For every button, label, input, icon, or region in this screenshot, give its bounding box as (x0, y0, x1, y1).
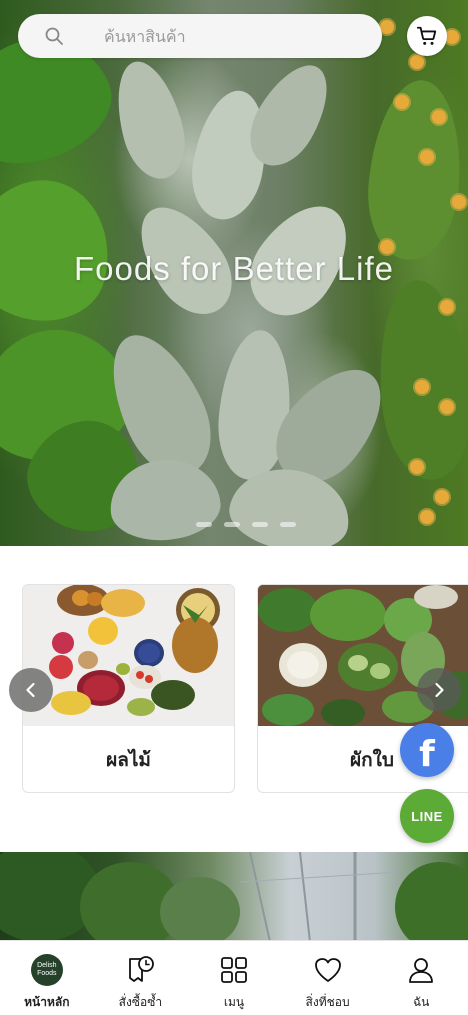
reorder-icon (123, 953, 157, 987)
search-icon (45, 27, 63, 45)
nav-item-favorites[interactable]: สิ่งที่ชอบ (281, 941, 375, 1015)
hero-pagination (196, 522, 296, 527)
nav-item-menu[interactable]: เมนู (187, 941, 281, 1015)
nav-item-home[interactable]: Delish Foods หน้าหลัก (0, 941, 94, 1015)
nav-label-favorites: สิ่งที่ชอบ (305, 995, 350, 1009)
nav-item-profile[interactable]: ฉัน (374, 941, 468, 1015)
brand-logo-text: Delish (37, 962, 57, 969)
cart-button[interactable] (407, 16, 447, 56)
hero-dot[interactable] (252, 522, 268, 527)
search-bar[interactable] (18, 14, 382, 58)
fruit-photo (23, 585, 234, 726)
chevron-left-icon (26, 682, 35, 698)
category-card-fruit[interactable]: ผลไม้ (22, 584, 235, 793)
heart-icon (311, 953, 345, 987)
search-input[interactable] (104, 24, 364, 48)
grid-icon (217, 953, 251, 987)
line-icon: LINE (411, 808, 443, 824)
hero-banner[interactable]: Foods for Better Life (0, 0, 468, 546)
chevron-right-icon (435, 682, 444, 698)
brand-logo: Delish Foods (30, 954, 63, 986)
cart-icon (416, 26, 437, 45)
nav-label-reorder: สั่งซื้อซ้ำ (118, 995, 163, 1009)
nav-label-home: หน้าหลัก (24, 995, 70, 1009)
nav-label-profile: ฉัน (412, 995, 430, 1009)
facebook-button[interactable]: f (400, 723, 454, 777)
category-image-fruit (23, 585, 234, 726)
line-button[interactable]: LINE (400, 789, 454, 843)
nav-item-reorder[interactable]: สั่งซื้อซ้ำ (94, 941, 188, 1015)
hero-dot[interactable] (280, 522, 296, 527)
bottom-navigation: Delish Foods หน้าหลัก สั่งซื้อซ้ำ เมนู ส… (0, 940, 468, 1015)
promo-banner[interactable] (0, 852, 468, 942)
carousel-next-button[interactable] (417, 668, 461, 712)
nav-label-menu: เมนู (223, 995, 245, 1009)
greenhouse-photo (0, 852, 468, 942)
hero-dot[interactable] (196, 522, 212, 527)
brand-logo-text: Foods (37, 970, 57, 977)
hero-title: Foods for Better Life (74, 250, 394, 287)
brand-logo-icon: Delish Foods (30, 953, 64, 987)
facebook-icon: f (419, 733, 435, 775)
carousel-prev-button[interactable] (9, 668, 53, 712)
category-label: ผลไม้ (106, 749, 151, 771)
hero-dot[interactable] (224, 522, 240, 527)
user-icon (404, 953, 438, 987)
